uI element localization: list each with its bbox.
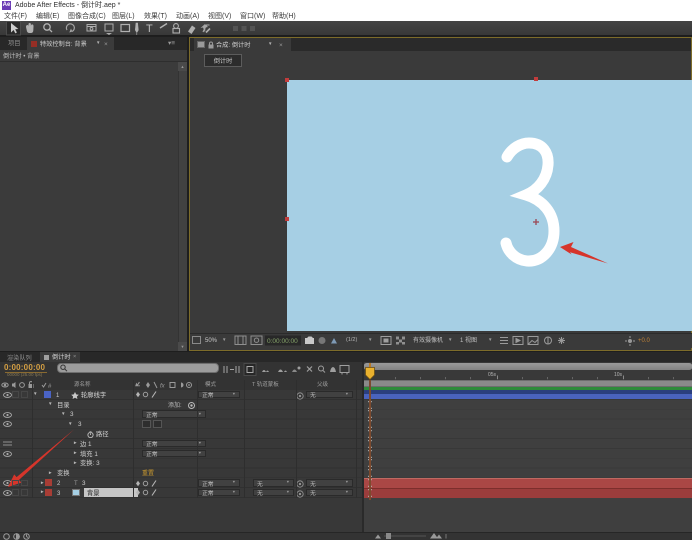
svg-text:fx: fx <box>160 384 166 390</box>
svg-text:T: T <box>146 23 153 35</box>
svg-text:0:00:00:00: 0:00:00:00 <box>267 338 298 345</box>
svg-text:#: # <box>48 384 52 389</box>
